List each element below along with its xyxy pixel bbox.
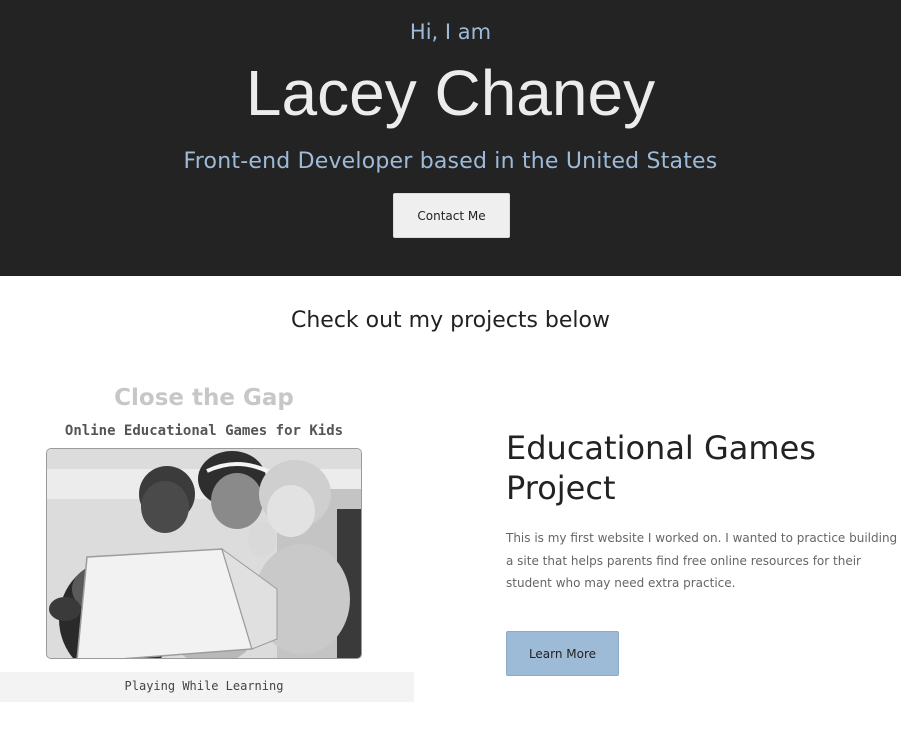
children-laptop-photo: [46, 448, 362, 659]
projects-heading: Check out my projects below: [290, 308, 610, 333]
thumbnail-caption: Playing While Learning: [124, 679, 284, 693]
thumbnail-title: Close the Gap: [114, 385, 294, 411]
thumbnail-subtitle: Online Educational Games for Kids: [64, 423, 344, 439]
project-title: Educational Games Project: [506, 429, 816, 507]
thumbnail-caption-bar: Playing While Learning: [0, 672, 414, 702]
hero-tagline: Front-end Developer based in the United …: [183, 149, 718, 174]
hero-section: Hi, I am Lacey Chaney Front-end Develope…: [0, 0, 901, 276]
photo-illustration: [47, 449, 361, 658]
hero-greeting: Hi, I am: [409, 20, 492, 44]
contact-me-button[interactable]: Contact Me: [393, 193, 510, 238]
project-thumbnail[interactable]: Close the Gap Online Educational Games f…: [0, 383, 414, 703]
learn-more-button[interactable]: Learn More: [506, 631, 619, 676]
project-description: This is my first website I worked on. I …: [506, 531, 898, 590]
hero-name: Lacey Chaney: [245, 57, 656, 129]
